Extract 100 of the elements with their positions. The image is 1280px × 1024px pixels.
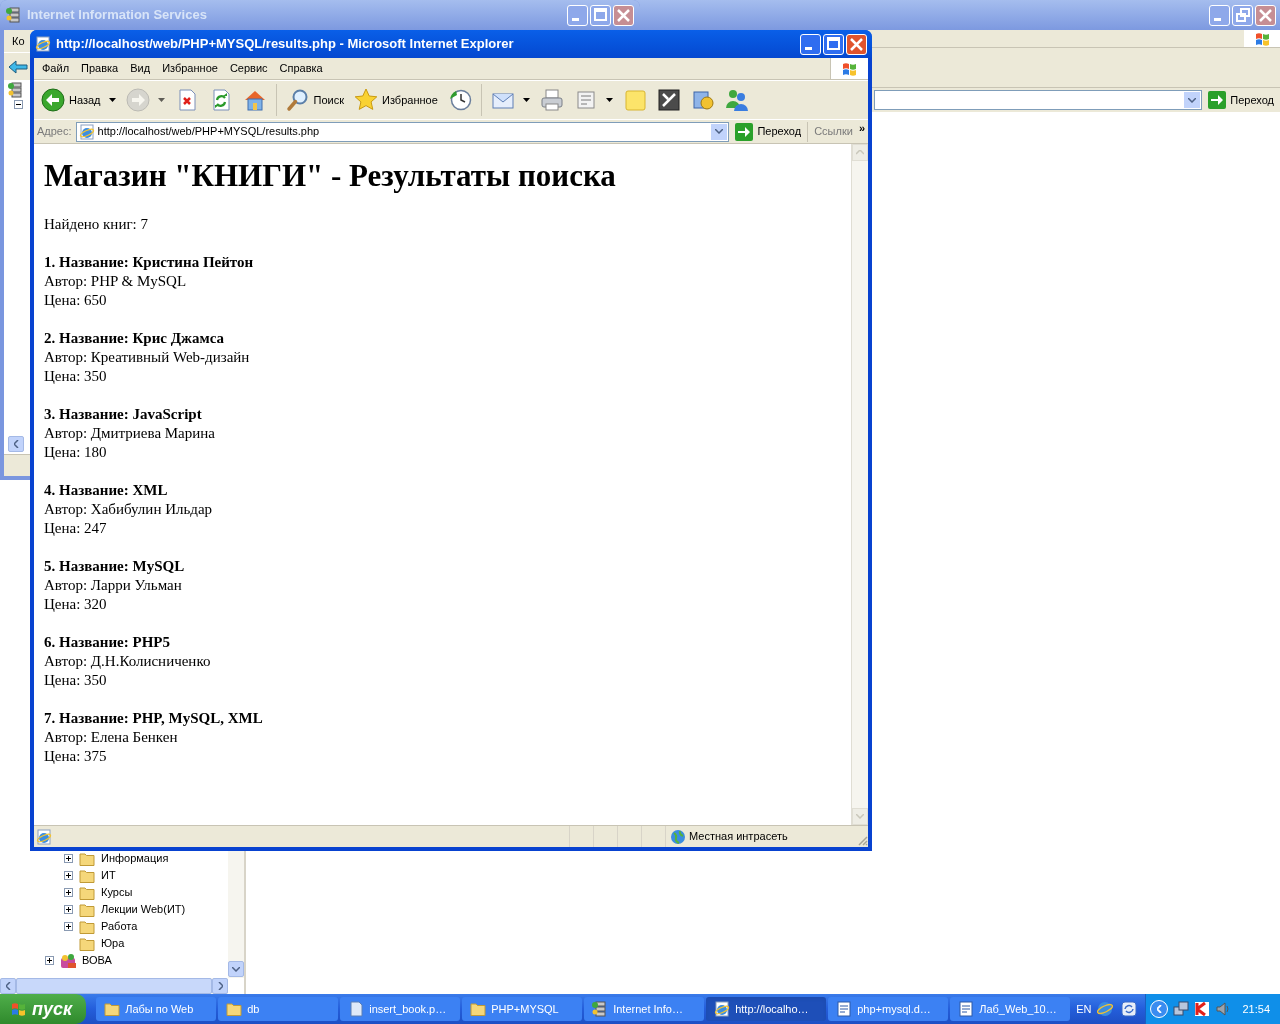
language-indicator[interactable]: EN <box>1070 1000 1098 1018</box>
chevron-right-icon[interactable] <box>217 982 223 990</box>
menu-item[interactable]: Файл <box>36 60 76 77</box>
taskbar-button[interactable]: db <box>218 997 339 1021</box>
back-arrow-icon[interactable] <box>8 59 28 74</box>
book-author: Автор: Ларри Ульман <box>44 576 183 595</box>
tree-item[interactable]: ИТ <box>101 867 116 884</box>
search-button[interactable]: Поиск <box>282 85 347 115</box>
globe-page-icon <box>35 36 51 52</box>
menu-item[interactable]: Ко <box>12 32 25 50</box>
taskbar-button[interactable]: PHP+MYSQL <box>462 997 583 1021</box>
tree-item[interactable]: Курсы <box>101 884 133 901</box>
expand-icon[interactable] <box>64 871 73 880</box>
close-button[interactable] <box>846 33 867 55</box>
scroll-left-button[interactable] <box>0 978 16 994</box>
document-icon <box>958 1001 975 1017</box>
people-icon <box>724 88 749 112</box>
expand-icon[interactable] <box>64 888 73 897</box>
go-button[interactable]: Переход <box>733 122 804 141</box>
address-field[interactable]: http://localhost/web/PHP+MYSQL/results.php <box>75 121 730 142</box>
expand-icon[interactable] <box>64 854 73 863</box>
start-button[interactable]: пуск <box>0 994 87 1024</box>
close-icon <box>617 8 630 22</box>
book-price: Цена: 247 <box>44 519 108 538</box>
menu-item[interactable]: Вид <box>124 60 157 77</box>
flag-icon <box>10 1001 27 1017</box>
minimize-button[interactable] <box>1209 4 1230 26</box>
flag-icon <box>841 60 858 77</box>
globe-icon[interactable] <box>1097 1001 1114 1017</box>
taskbar-button[interactable]: Internet Info… <box>584 997 705 1021</box>
scroll-down-button[interactable] <box>228 961 244 977</box>
maximize-icon <box>593 8 608 22</box>
dropdown-button[interactable] <box>1184 92 1201 108</box>
favorites-button[interactable]: Избранное <box>351 85 441 115</box>
star-icon <box>354 88 378 112</box>
taskbar-button[interactable]: Лабы по Web <box>96 997 217 1021</box>
taskbar-button[interactable]: Лаб_Web_10… <box>950 997 1071 1021</box>
chevron-down-icon[interactable] <box>715 129 724 134</box>
network-icon[interactable] <box>1173 1001 1190 1017</box>
address-field[interactable] <box>874 90 1203 110</box>
maximize-button[interactable] <box>823 33 844 55</box>
maximize-icon <box>826 37 841 51</box>
maximize-button[interactable] <box>590 4 611 26</box>
chevron-left-icon[interactable] <box>13 440 19 448</box>
menu-item[interactable]: Правка <box>75 60 125 77</box>
minimize-button[interactable] <box>800 33 821 55</box>
caret-icon[interactable] <box>522 98 530 102</box>
go-button[interactable]: Переход <box>1206 91 1276 109</box>
caret-icon[interactable] <box>605 98 613 102</box>
url-text: http://localhost/web/PHP+MYSQL/results.php <box>97 124 321 140</box>
dropdown-button[interactable] <box>711 123 728 140</box>
shield-icon[interactable] <box>1194 1001 1211 1017</box>
tree-item[interactable]: Работа <box>101 918 138 935</box>
book-title: 1. Название: Кристина Пейтон <box>44 253 255 272</box>
resize-grip-icon[interactable] <box>856 834 868 846</box>
more-button[interactable]: » <box>858 120 865 137</box>
minimize-button[interactable] <box>567 4 588 26</box>
expand-icon[interactable] <box>64 922 73 931</box>
tree-item[interactable]: Лекции Web(ИТ) <box>101 901 186 918</box>
menu-item[interactable]: Избранное <box>156 60 224 77</box>
minimize-icon <box>572 17 579 21</box>
restore-button[interactable] <box>1232 4 1253 26</box>
page-heading: Магазин "КНИГИ" - Результаты поиска <box>44 158 617 194</box>
folder-icon <box>79 867 96 884</box>
history-icon <box>447 88 472 112</box>
document-icon <box>348 1001 365 1017</box>
scroll-right-button[interactable] <box>212 978 228 994</box>
taskbar-button[interactable]: php+mysql.d… <box>828 997 949 1021</box>
scroll-left-button[interactable] <box>8 436 24 452</box>
chevron-down-icon[interactable] <box>1188 97 1197 103</box>
back-button[interactable]: Назад <box>38 85 119 115</box>
tree-item[interactable]: Юра <box>101 935 125 952</box>
taskbar-button[interactable]: insert_book.p… <box>340 997 461 1021</box>
zone-status: Местная интрасеть <box>666 826 856 847</box>
folder-icon <box>79 901 96 918</box>
expand-icon[interactable] <box>45 956 54 965</box>
address-label: Адрес: <box>37 124 72 140</box>
close-button[interactable] <box>1255 4 1276 26</box>
chevron-button[interactable] <box>1150 1000 1169 1018</box>
caret-icon[interactable] <box>108 98 116 102</box>
chevron-down-icon[interactable] <box>232 966 240 972</box>
book-title: 7. Название: PHP, MySQL, XML <box>44 709 264 728</box>
sync-icon[interactable] <box>1121 1001 1138 1017</box>
close-icon <box>1259 8 1272 22</box>
taskbar-button[interactable]: http://localho… <box>706 997 827 1021</box>
chevron-left-icon[interactable] <box>5 982 11 990</box>
window-title: http://localhost/web/PHP+MYSQL/results.php - Microsoft Internet Explorer <box>56 35 514 54</box>
expand-icon[interactable] <box>64 905 73 914</box>
collapse-icon[interactable] <box>14 100 23 109</box>
links-button[interactable]: Ссылки <box>812 123 855 140</box>
tree-item[interactable]: Информация <box>101 850 169 867</box>
book-price: Цена: 180 <box>44 443 108 462</box>
menu-item[interactable]: Сервис <box>223 60 274 77</box>
close-button[interactable] <box>613 4 634 26</box>
menu-item[interactable]: Справка <box>273 60 329 77</box>
tree-item[interactable]: ВОВА <box>82 952 112 969</box>
book-author: Автор: Елена Бенкен <box>44 728 179 747</box>
book-price: Цена: 375 <box>44 747 108 766</box>
speaker-icon[interactable] <box>1215 1001 1232 1017</box>
folder-icon <box>104 1001 121 1017</box>
